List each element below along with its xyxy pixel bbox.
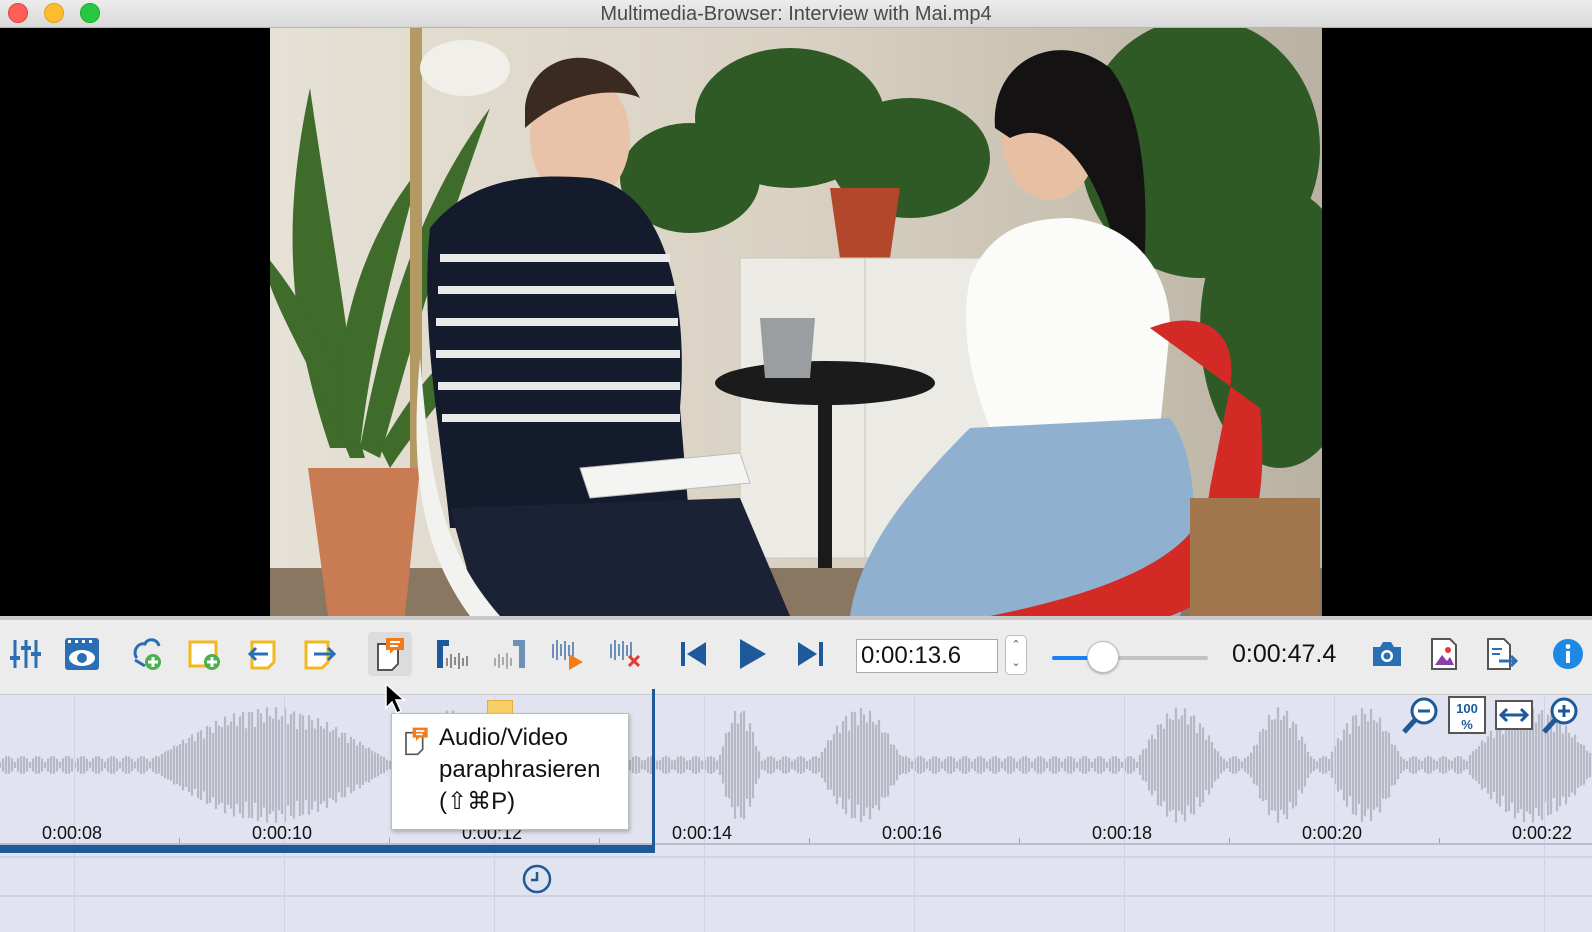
skip-forward-icon	[798, 642, 823, 666]
skip-back-icon	[681, 642, 706, 666]
track-separator	[0, 895, 1592, 897]
svg-text:100: 100	[1456, 701, 1478, 716]
timeline-tick-label: 0:00:16	[881, 823, 943, 843]
waveform-path	[0, 707, 1592, 823]
paraphrase-button[interactable]	[368, 632, 412, 676]
delete-clip-button[interactable]	[604, 632, 648, 676]
stepper-down-icon[interactable]: ⌄	[1006, 654, 1026, 672]
tooltip-line-2: paraphrasieren	[439, 756, 601, 783]
preview-button[interactable]	[60, 632, 104, 676]
timeline-tick-label: 0:00:08	[41, 823, 103, 843]
info-icon	[1553, 639, 1583, 669]
zoom-in-icon	[1542, 697, 1578, 734]
track-separator	[0, 856, 1592, 858]
playback-progress-bar	[0, 845, 654, 853]
clip-delete-icon	[610, 640, 641, 668]
import-button[interactable]	[240, 632, 284, 676]
svg-text:%: %	[1461, 717, 1473, 732]
export-button[interactable]	[298, 632, 342, 676]
memo-add-icon	[188, 640, 220, 670]
new-memo-button[interactable]	[182, 632, 226, 676]
add-memo-link-button[interactable]	[125, 632, 169, 676]
stepper-up-icon[interactable]: ⌃	[1006, 636, 1026, 654]
document-export-icon	[1487, 638, 1519, 670]
video-player-area[interactable]	[0, 28, 1592, 616]
volume-slider-handle[interactable]	[1086, 641, 1119, 673]
tooltip-line-3: (⇧⌘P)	[439, 788, 516, 815]
time-marker[interactable]	[522, 864, 552, 899]
paraphrase-tooltip: Audio/Video paraphrasieren (⇧⌘P)	[391, 713, 629, 830]
info-button[interactable]	[1546, 632, 1590, 676]
timeline-tick-label: 0:00:10	[251, 823, 313, 843]
current-time-field[interactable]: 0:00:13.6	[856, 639, 998, 673]
skip-back-button[interactable]	[672, 632, 716, 676]
timeline-tick-label: 0:00:18	[1091, 823, 1153, 843]
video-frame-image	[270, 28, 1322, 616]
zoom-out-icon	[1402, 697, 1438, 734]
sliders-icon	[10, 640, 41, 668]
clip-play-icon	[552, 640, 583, 670]
timeline-tick-label: 0:00:20	[1301, 823, 1363, 843]
video-frame[interactable]	[270, 28, 1322, 616]
play-button[interactable]	[730, 632, 774, 676]
paraphrase-icon	[405, 727, 428, 756]
zoom-100-button[interactable]: 100 %	[1447, 695, 1487, 735]
film-eye-icon	[65, 638, 99, 670]
image-icon	[1431, 638, 1457, 670]
clip-start-icon	[437, 640, 468, 669]
clip-end-icon	[494, 640, 525, 669]
window-title: Multimedia-Browser: Interview with Mai.m…	[600, 3, 992, 25]
set-clip-end-button[interactable]	[488, 632, 532, 676]
set-clip-start-button[interactable]	[430, 632, 474, 676]
timeline-tick-label: 0:00:14	[671, 823, 733, 843]
snapshot-button[interactable]	[1365, 632, 1409, 676]
import-icon	[247, 640, 276, 670]
zoom-out-button[interactable]	[1400, 695, 1440, 735]
tooltip-line-1: Audio/Video	[439, 724, 568, 751]
media-toolbar: 0:00:13.6 ⌃ ⌄ 0:00:47.4	[0, 620, 1592, 695]
image-export-button[interactable]	[1422, 632, 1466, 676]
total-duration: 0:00:47.4	[1232, 640, 1337, 668]
link-add-icon	[133, 638, 161, 670]
timeline-tick-label: 0:00:22	[1511, 823, 1573, 843]
time-stepper[interactable]: ⌃ ⌄	[1005, 635, 1027, 675]
playhead[interactable]	[652, 689, 655, 853]
paraphrase-icon	[377, 638, 404, 671]
play-icon	[740, 639, 766, 669]
skip-forward-button[interactable]	[788, 632, 832, 676]
volume-slider-track[interactable]	[1052, 656, 1208, 660]
waveform-timeline[interactable]: 0:00:08 0:00:10 0:00:12 0:00:14 0:00:16 0:00:…	[0, 689, 1592, 932]
export-icon	[304, 640, 337, 670]
document-export-button[interactable]	[1480, 632, 1524, 676]
clock-icon	[522, 864, 552, 894]
zoom-in-button[interactable]	[1540, 695, 1580, 735]
zoom-100-icon: 100 %	[1448, 696, 1486, 734]
zoom-fit-button[interactable]	[1494, 695, 1534, 735]
window-titlebar: Multimedia-Browser: Interview with Mai.m…	[0, 0, 1592, 28]
paraphrase-marker[interactable]	[487, 700, 513, 714]
camera-icon	[1373, 642, 1401, 666]
settings-button[interactable]	[2, 632, 46, 676]
fit-width-icon	[1495, 700, 1533, 730]
play-clip-button[interactable]	[546, 632, 590, 676]
mouse-cursor-icon	[384, 682, 406, 721]
